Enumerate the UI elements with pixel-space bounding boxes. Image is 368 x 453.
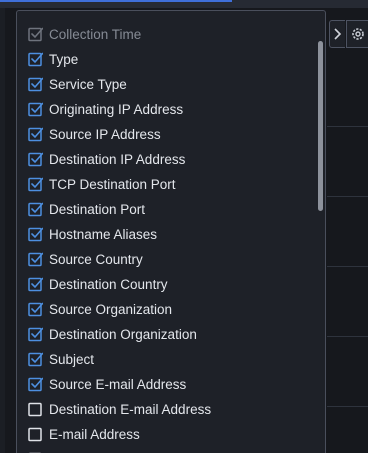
column-option[interactable]: Originating IP Address xyxy=(28,97,211,122)
column-option-label: Destination Country xyxy=(49,276,168,292)
settings-button[interactable] xyxy=(346,20,368,48)
column-option[interactable]: Subject xyxy=(28,347,211,372)
column-picker-dropdown: Collection Time Type Service Type Originati… xyxy=(16,10,326,453)
column-option-label: Source E-mail Address xyxy=(49,376,187,392)
scrollbar-thumb[interactable] xyxy=(318,41,323,211)
table-row-divider xyxy=(327,266,368,267)
checkbox-checked-icon[interactable] xyxy=(28,377,43,392)
column-option-label: Originating IP Address xyxy=(49,101,184,117)
column-option-label: Service Type xyxy=(49,76,127,92)
columns-button[interactable] xyxy=(329,20,345,48)
column-option[interactable]: Hostname Aliases xyxy=(28,222,211,247)
checkbox-checked-icon[interactable] xyxy=(28,277,43,292)
column-option[interactable]: Destination IP Address xyxy=(28,147,211,172)
checkbox-checked-icon[interactable] xyxy=(28,352,43,367)
column-option[interactable]: Destination Organization xyxy=(28,322,211,347)
column-list: Collection Time Type Service Type Originati… xyxy=(28,22,211,453)
table-row-divider xyxy=(327,126,368,127)
checkbox-unchecked-icon[interactable] xyxy=(28,427,43,442)
column-option-label: Destination IP Address xyxy=(49,151,186,167)
column-option: Collection Time xyxy=(28,22,211,47)
table-row-divider xyxy=(327,336,368,337)
checkbox-checked-icon[interactable] xyxy=(28,152,43,167)
column-option-label: Destination Port xyxy=(49,201,146,217)
checkbox-checked-icon[interactable] xyxy=(28,327,43,342)
column-option-label: Collection Time xyxy=(49,26,142,42)
checkbox-checked-icon[interactable] xyxy=(28,102,43,117)
column-option-label: Destination E-mail Address xyxy=(49,401,212,417)
left-edge-panel xyxy=(0,8,5,453)
column-option-label: Hostname Aliases xyxy=(49,226,158,242)
column-option[interactable]: Type xyxy=(28,47,211,72)
column-option[interactable]: Destination E-mail Address xyxy=(28,397,211,422)
table-row-divider xyxy=(327,196,368,197)
column-option[interactable]: Source Country xyxy=(28,247,211,272)
checkbox-unchecked-icon[interactable] xyxy=(28,402,43,417)
column-option-label: Source IP Address xyxy=(49,126,161,142)
checkbox-checked-icon[interactable] xyxy=(28,127,43,142)
column-option[interactable]: Source IP Address xyxy=(28,122,211,147)
checkbox-checked-icon[interactable] xyxy=(28,177,43,192)
column-option[interactable]: Destination Country xyxy=(28,272,211,297)
column-option[interactable]: E-mail Address xyxy=(28,422,211,447)
checkbox-checked-icon[interactable] xyxy=(28,252,43,267)
tab-accent-line xyxy=(0,0,232,2)
column-option-label: Destination Organization xyxy=(49,326,197,342)
column-option[interactable]: Destination Port xyxy=(28,197,211,222)
page: Collection Time Type Service Type Originati… xyxy=(0,0,368,453)
gear-icon xyxy=(352,28,364,40)
column-option-label: Source Organization xyxy=(49,301,173,317)
column-option[interactable]: Source Organization xyxy=(28,297,211,322)
checkbox-checked-icon[interactable] xyxy=(28,202,43,217)
column-option[interactable]: Source E-mail Address xyxy=(28,372,211,397)
column-option-label: Type xyxy=(49,51,79,67)
column-option-label: E-mail Address xyxy=(49,426,140,442)
checkbox-checked-icon[interactable] xyxy=(28,77,43,92)
column-option[interactable]: Destination Domain xyxy=(28,447,211,453)
column-option-label: TCP Destination Port xyxy=(49,176,176,192)
column-option[interactable]: TCP Destination Port xyxy=(28,172,211,197)
columns-icon xyxy=(333,28,341,40)
checkbox-checked-icon[interactable] xyxy=(28,52,43,67)
checkbox-checked-icon[interactable] xyxy=(28,227,43,242)
table-row-divider xyxy=(327,406,368,407)
checkbox-checked-icon xyxy=(28,27,43,42)
column-option[interactable]: Service Type xyxy=(28,72,211,97)
column-option-label: Source Country xyxy=(49,251,143,267)
column-option-label: Subject xyxy=(49,351,95,367)
checkbox-checked-icon[interactable] xyxy=(28,302,43,317)
